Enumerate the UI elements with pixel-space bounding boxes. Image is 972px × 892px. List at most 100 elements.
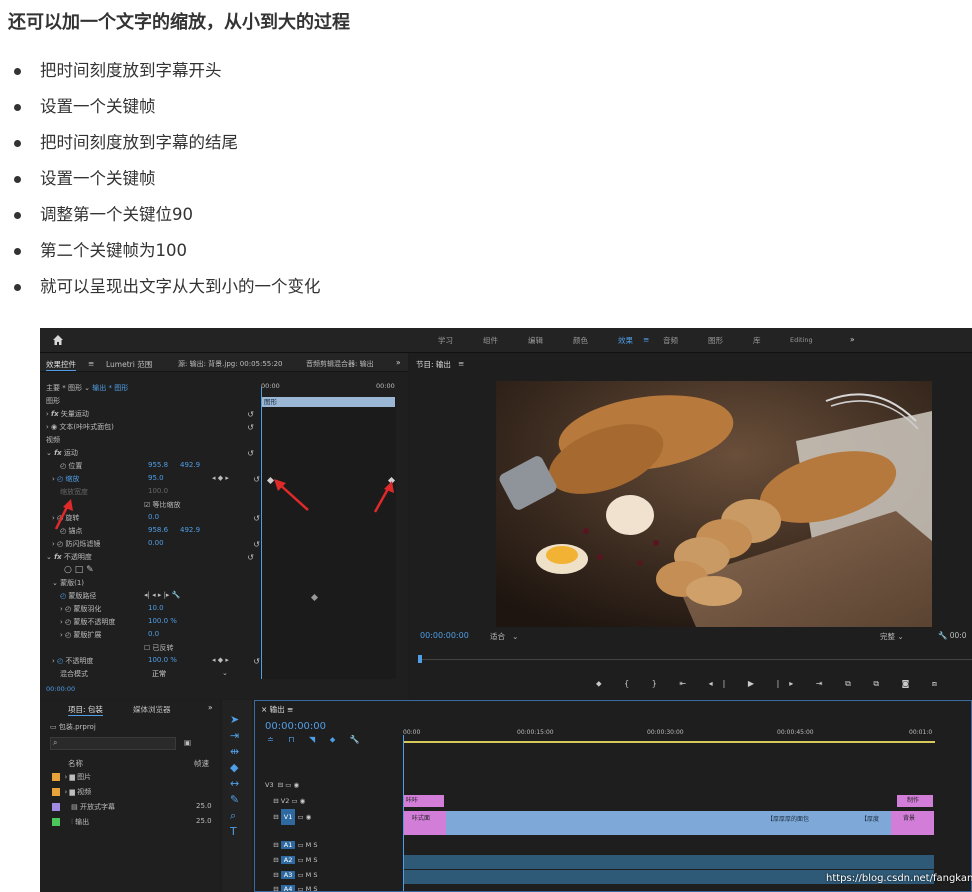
track-a1[interactable]: ⊟ A1 ▭ M S	[265, 841, 317, 854]
transport-controls[interactable]: ⬥ { } ⇤ ◂| ▶ |▸ ⇥ ⧉ ⧉ ◙ ⧈	[596, 679, 947, 689]
workspace-graphics[interactable]: 图形	[708, 335, 723, 346]
reset-icon: ↺	[253, 540, 260, 549]
program-monitor-title[interactable]: 节目: 输出	[416, 359, 451, 370]
fit-dropdown[interactable]: 适合 ⌄	[490, 631, 518, 642]
page-heading: 还可以加一个文字的缩放，从小到大的过程	[8, 12, 350, 33]
panel-menu-icon[interactable]: ≡	[458, 359, 464, 368]
row-mask-path[interactable]: ◴ 蒙版路径◂| ◂ ▸ |▸ 🔧↺	[46, 591, 272, 604]
clip-v1-label: 【厚厚厚的面包	[767, 816, 810, 823]
keyframe-clip-bar: 图形	[261, 397, 395, 407]
row-mask-opacity[interactable]: › ◴ 蒙版不透明度100.0 %↺	[46, 617, 272, 630]
row-mask-expansion[interactable]: › ◴ 蒙版扩展0.0↺	[46, 630, 272, 643]
row-text[interactable]: › ◉ 文本(咔咔式面包) ↺	[46, 422, 258, 435]
row-anti-flicker[interactable]: › ◴ 防闪烁滤镜 0.00 ↺	[46, 539, 264, 552]
more-tabs-icon[interactable]: »	[208, 703, 213, 712]
row-opacity-group[interactable]: ⌄ fx 不透明度 ↺	[46, 552, 258, 565]
step-list: 把时间刻度放到字幕开头 设置一个关键帧 把时间刻度放到字幕的结尾 设置一个关键帧…	[14, 58, 321, 310]
workspace-library[interactable]: 库	[753, 335, 761, 346]
playhead-line[interactable]	[261, 387, 262, 679]
tab-source[interactable]: 源: 输出: 背景.jpg: 00:05:55:20	[178, 359, 283, 369]
home-icon[interactable]	[52, 334, 64, 346]
row-scale-width: 缩放宽度 100.0	[60, 487, 169, 496]
reset-icon: ↺	[247, 410, 254, 419]
tab-effect-controls[interactable]: 效果控件	[46, 359, 76, 371]
ruler-tick: 00:00:45:00	[777, 729, 814, 736]
column-framerate[interactable]: 帧速	[194, 758, 209, 769]
list-item: 设置一个关键帧	[14, 166, 321, 202]
workspace-bar: 学习 组件 编辑 颜色 效果 ≡ 音频 图形 库 Editing »	[40, 328, 972, 353]
program-monitor-panel: 节目: 输出 ≡ 00:00:00:00 适合 ⌄ 完整 ⌄ 🔧 00:0 ⬥ …	[410, 353, 972, 699]
audio-clip-a2[interactable]	[404, 855, 934, 869]
settings-wrench-icon[interactable]: 🔧 00:0	[938, 631, 967, 640]
workspace-audio[interactable]: 音频	[663, 335, 678, 346]
project-file: ▭ 包装.prproj	[50, 723, 96, 731]
timeline-timecode[interactable]: 00:00:00:00	[265, 721, 326, 732]
clip-v1-last[interactable]: 背景	[891, 811, 934, 835]
row-mask-feather[interactable]: › ◴ 蒙版羽化10.0↺	[46, 604, 272, 617]
red-arrow-annotation	[274, 479, 309, 511]
sequence-tab[interactable]: × 输出 ≡	[261, 704, 293, 715]
workspace-learn[interactable]: 学习	[438, 335, 453, 346]
list-item: 设置一个关键帧	[14, 94, 321, 130]
workspace-effects[interactable]: 效果	[618, 335, 633, 346]
ruler-end: 00:00	[376, 382, 395, 390]
list-item: 第二个关键帧为100	[14, 238, 321, 274]
list-item: 把时间刻度放到字幕的结尾	[14, 130, 321, 166]
more-tabs-icon[interactable]: »	[396, 358, 401, 367]
track-a4[interactable]: ⊟ A4 ▭ M S	[265, 885, 317, 892]
project-search-input[interactable]: ⌕	[50, 737, 176, 750]
workspace-color[interactable]: 颜色	[573, 335, 588, 346]
clip-v2-credit[interactable]: 制作	[897, 795, 933, 807]
track-v3[interactable]: V3 ⊟ ▭ ◉	[265, 781, 299, 794]
track-a2[interactable]: ⊟ A2 ▭ M S	[265, 856, 317, 869]
project-item[interactable]: ⫶ 输出 25.0	[52, 817, 220, 830]
row-position[interactable]: ◴ 位置955.8492.9↺	[46, 461, 272, 474]
tool-icons[interactable]: ➤ ⇥ ⇹ ◆ ↔ ✎ ⌕ T	[230, 712, 239, 840]
ruler-tick: 00:00	[403, 729, 421, 736]
row-blend-mode[interactable]: 混合模式正常⌄↺	[46, 669, 272, 682]
section-graphic: 图形	[46, 397, 60, 405]
row-vector-motion[interactable]: › fx 矢量运动 ↺	[46, 409, 258, 422]
clip-v1-first[interactable]: 咔式面	[404, 811, 446, 835]
more-workspaces-button[interactable]: »	[850, 335, 855, 344]
clip-v2-title[interactable]: 咔咔	[404, 795, 444, 807]
column-name[interactable]: 名称	[68, 758, 83, 769]
search-icon: ⌕	[53, 738, 58, 747]
track-a3[interactable]: ⊟ A3 ▭ M S	[265, 871, 317, 884]
bread-image	[496, 381, 932, 627]
mask-tools[interactable]: ○ □ ✎	[46, 565, 276, 578]
timeline-panel: × 输出 ≡ 00:00:00:00 ≐ ⊓ ◥ ⬥ 🔧 00:00 00:00…	[254, 700, 972, 892]
tab-project[interactable]: 项目: 包装	[68, 704, 103, 716]
tab-media-browser[interactable]: 媒体浏览器	[133, 704, 171, 715]
track-v1[interactable]: ⊟ V1 ▭ ◉	[265, 809, 311, 826]
list-item: 调整第一个关键位90	[14, 202, 321, 238]
tab-menu-icon[interactable]: ≡	[88, 359, 94, 368]
project-item[interactable]: ▤ 开放式字幕 25.0	[52, 802, 220, 815]
row-opacity[interactable]: › ◴ 不透明度 100.0 % ◂ ◆ ▸ ↺	[46, 656, 264, 669]
source-selector[interactable]: 主要 * 图形 ⌄ 输出 * 图形	[46, 383, 258, 396]
program-timecode[interactable]: 00:00:00:00	[420, 631, 469, 640]
program-scrubber[interactable]	[418, 659, 972, 660]
project-item[interactable]: › ▆ 视频	[52, 787, 220, 800]
row-scale[interactable]: › ◴ 缩放 95.0 ◂ ◆ ▸ ↺	[46, 474, 264, 487]
row-rotation[interactable]: › ◴ 旋转 0.0 ↺	[46, 513, 264, 526]
tab-lumetri-scopes[interactable]: Lumetri 范围	[106, 359, 152, 370]
tab-audio-mixer[interactable]: 音频剪辑混合器: 输出	[306, 359, 382, 369]
project-panel: 项目: 包装 媒体浏览器 » ▭ 包装.prproj ⌕ ▣ 名称 帧速 › ▆…	[40, 700, 220, 892]
project-item[interactable]: › ▆ 图片	[52, 772, 220, 785]
work-area-bar[interactable]	[403, 741, 935, 743]
row-motion[interactable]: ⌄ fx 运动 ↺	[46, 448, 258, 461]
timeline-tools[interactable]: ≐ ⊓ ◥ ⬥ 🔧	[267, 735, 366, 745]
program-playhead[interactable]	[418, 655, 422, 663]
new-bin-icon[interactable]: ▣	[184, 738, 191, 747]
video-track-clips[interactable]	[404, 811, 934, 835]
workspace-edit[interactable]: 编辑	[528, 335, 543, 346]
row-mask[interactable]: ⌄ 蒙版(1)	[46, 578, 264, 591]
row-anchor[interactable]: ◴ 锚点958.6492.9↺	[46, 526, 272, 539]
workspace-menu-icon[interactable]: ≡	[643, 335, 649, 344]
reset-icon: ↺	[253, 514, 260, 523]
reset-icon: ↺	[247, 423, 254, 432]
workspace-editing[interactable]: Editing	[790, 336, 813, 344]
quality-dropdown[interactable]: 完整 ⌄	[880, 631, 904, 642]
workspace-assembly[interactable]: 组件	[483, 335, 498, 346]
